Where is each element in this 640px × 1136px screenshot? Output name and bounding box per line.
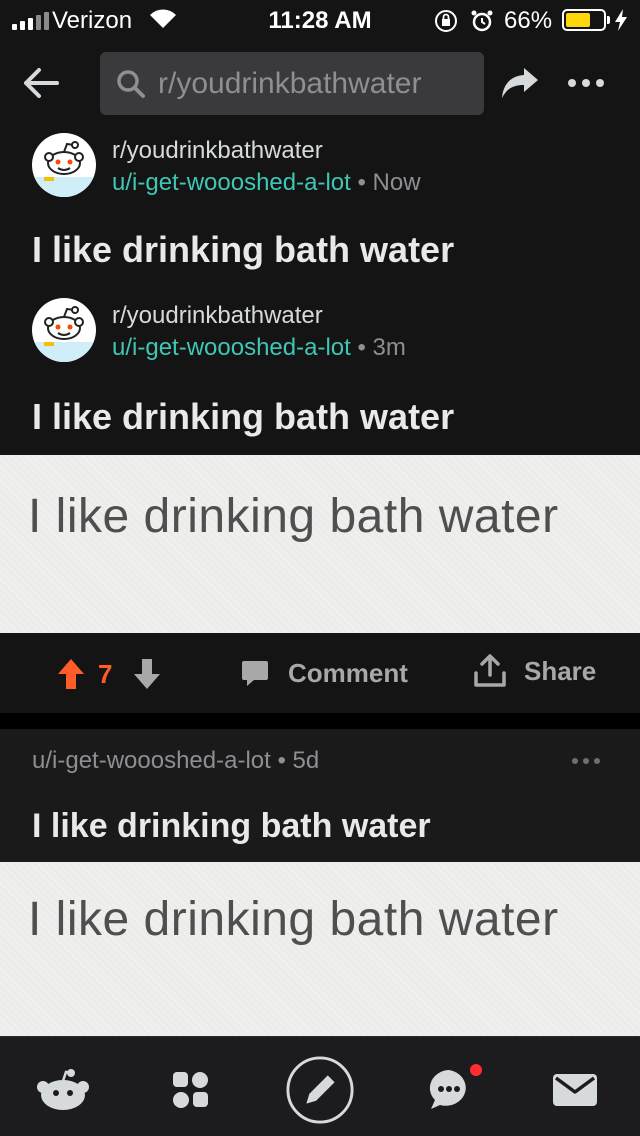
battery-icon: [562, 9, 606, 31]
post-action-bar: 7 Comment Share: [0, 633, 640, 713]
feed-post-image[interactable]: I like drinking bath water: [0, 862, 640, 1036]
original-post-header: r/youdrinkbathwater u/i-get-woooshed-a-l…: [0, 298, 640, 378]
search-text: r/youdrinkbathwater: [158, 66, 422, 100]
share-upload-icon: [474, 654, 506, 687]
comment-label: Comment: [288, 657, 408, 688]
share-label: Share: [524, 655, 597, 686]
image-text: I like drinking bath water: [28, 490, 559, 543]
search-icon: [117, 69, 145, 98]
top-nav-bar: r/youdrinkbathwater: [0, 40, 640, 128]
comment-bubble-icon: [242, 661, 268, 686]
username-link[interactable]: u/i-get-woooshed-a-lot: [112, 334, 351, 361]
more-dots-icon: [572, 758, 578, 764]
downvote-arrow-icon[interactable]: [132, 657, 162, 691]
battery-percent: 66%: [504, 7, 553, 34]
post-byline: u/i-get-woooshed-a-lot • Now: [112, 169, 421, 197]
feed-post-card: u/i-get-woooshed-a-lot • 5d I like drink…: [0, 729, 640, 862]
post-age: 5d: [292, 747, 320, 774]
post-title[interactable]: I like drinking bath water: [32, 229, 454, 271]
feed-divider: [0, 713, 640, 729]
more-dots-icon: [568, 79, 576, 87]
post-age: 3m: [372, 334, 406, 361]
charging-bolt-icon: [614, 9, 628, 38]
post-icon: [286, 1056, 354, 1124]
original-post-title[interactable]: I like drinking bath water: [32, 396, 454, 438]
image-text: I like drinking bath water: [28, 893, 559, 946]
share-arrow-icon: [502, 68, 538, 98]
bottom-tab-bar: [0, 1036, 640, 1136]
tab-home[interactable]: [28, 1055, 98, 1125]
chat-notification-dot: [470, 1064, 482, 1076]
post-byline: u/i-get-woooshed-a-lot • 5d: [32, 747, 319, 775]
post-byline: u/i-get-woooshed-a-lot • 3m: [112, 334, 406, 362]
username-link[interactable]: u/i-get-woooshed-a-lot: [112, 169, 351, 196]
share-post-button[interactable]: Share: [472, 649, 596, 693]
separator-dot: •: [357, 169, 366, 196]
tab-communities[interactable]: [156, 1055, 226, 1125]
crosspost-header: r/youdrinkbathwater u/i-get-woooshed-a-l…: [0, 133, 640, 213]
username-link[interactable]: u/i-get-woooshed-a-lot: [32, 747, 271, 774]
battery-nub: [607, 16, 610, 24]
inbox-icon: [553, 1074, 597, 1106]
subreddit-avatar[interactable]: [32, 298, 96, 362]
search-input[interactable]: r/youdrinkbathwater: [100, 52, 484, 115]
separator-dot: •: [277, 747, 286, 774]
snoo-avatar-icon: [32, 306, 96, 362]
alarm-icon: [470, 9, 494, 40]
post-image[interactable]: I like drinking bath water: [0, 455, 640, 633]
chat-icon: [429, 1070, 466, 1109]
upvote-arrow-icon[interactable]: [56, 657, 86, 691]
comment-button[interactable]: Comment: [240, 653, 408, 693]
tab-create-post[interactable]: [285, 1055, 355, 1125]
subreddit-name[interactable]: r/youdrinkbathwater: [112, 137, 323, 165]
home-icon: [37, 1069, 89, 1110]
status-bar: Verizon 11:28 AM 66%: [0, 0, 640, 40]
feed-post-title[interactable]: I like drinking bath water: [32, 807, 431, 846]
separator-dot: •: [357, 334, 366, 361]
tab-inbox[interactable]: [540, 1055, 610, 1125]
post-more-button[interactable]: [572, 751, 600, 771]
snoo-avatar-icon: [32, 141, 96, 197]
back-button[interactable]: [14, 60, 68, 106]
back-arrow-icon: [24, 68, 59, 98]
post-age: Now: [372, 169, 421, 196]
subreddit-avatar[interactable]: [32, 133, 96, 197]
subreddit-name[interactable]: r/youdrinkbathwater: [112, 302, 323, 330]
more-options-button[interactable]: [560, 60, 612, 106]
communities-icon: [173, 1072, 208, 1108]
vote-score: 7: [98, 659, 113, 689]
orientation-lock-icon: [434, 9, 458, 40]
share-button[interactable]: [494, 60, 546, 106]
